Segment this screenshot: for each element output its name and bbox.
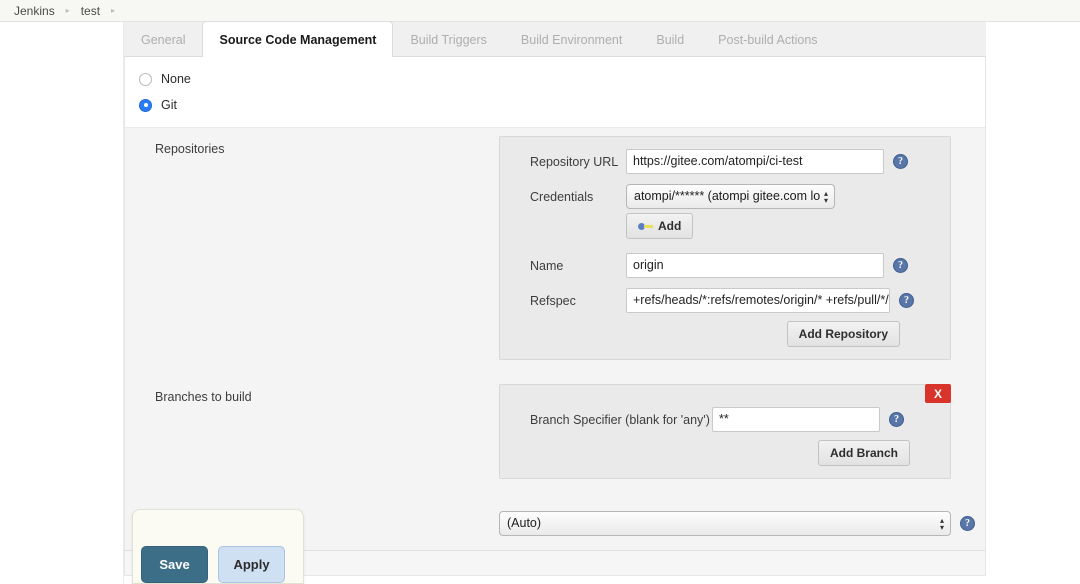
save-button[interactable]: Save — [141, 546, 208, 583]
scm-option-git[interactable]: Git — [139, 93, 985, 117]
apply-button[interactable]: Apply — [218, 546, 285, 583]
repository-url-label: Repository URL — [530, 154, 619, 169]
scm-option-git-label: Git — [161, 98, 177, 112]
repository-browser-value: (Auto) — [507, 516, 542, 530]
scm-option-none-label: None — [161, 72, 191, 86]
add-repository-button[interactable]: Add Repository — [786, 321, 900, 347]
config-tab-bar: General Source Code Management Build Tri… — [124, 21, 986, 57]
help-icon[interactable]: ? — [899, 293, 914, 308]
repository-panel: Repository URL https://gitee.com/atompi/… — [499, 136, 951, 360]
page-body: General Source Code Management Build Tri… — [0, 21, 1080, 584]
help-icon[interactable]: ? — [893, 154, 908, 169]
repository-name-input[interactable]: origin — [626, 253, 884, 278]
repositories-label: Repositories — [155, 142, 225, 156]
branch-specifier-label: Branch Specifier (blank for 'any') — [530, 412, 710, 427]
chevron-updown-icon: ▴ ▾ — [823, 188, 828, 205]
delete-branch-button[interactable]: X — [925, 384, 951, 403]
credentials-row: Credentials atompi/****** (atompi gitee.… — [500, 184, 936, 209]
branches-row: Branches to build X Branch Specifier (bl… — [125, 376, 985, 485]
repository-url-row: Repository URL https://gitee.com/atompi/… — [500, 149, 936, 174]
branches-body: X Branch Specifier (blank for 'any') ** … — [499, 376, 985, 485]
key-icon — [638, 221, 653, 231]
credentials-select-value: atompi/****** (atompi gitee.com lo — [634, 189, 821, 203]
credentials-label: Credentials — [530, 189, 594, 204]
form-action-buttons: Save Apply — [141, 546, 285, 583]
add-credentials-button[interactable]: Add — [626, 213, 694, 239]
scm-form: None Git Repositories Repository URL htt… — [124, 57, 986, 550]
scm-option-none[interactable]: None — [139, 67, 985, 91]
branch-specifier-input[interactable]: ** — [712, 407, 880, 432]
tab-build-triggers[interactable]: Build Triggers — [393, 23, 503, 56]
repository-url-input[interactable]: https://gitee.com/atompi/ci-test — [626, 149, 884, 174]
repository-name-label: Name — [530, 258, 564, 273]
branch-specifier-row: Branch Specifier (blank for 'any') ** ? — [500, 407, 936, 432]
branches-label: Branches to build — [155, 390, 252, 404]
tab-general[interactable]: General — [124, 23, 202, 56]
help-icon[interactable]: ? — [960, 516, 975, 531]
credentials-add-row: Add — [500, 213, 936, 239]
form-action-sticker: Save Apply — [132, 509, 304, 584]
breadcrumb-separator-icon-2: ▸ — [111, 5, 116, 15]
tab-build-environment[interactable]: Build Environment — [504, 23, 639, 56]
add-branch-row: Add Branch — [500, 440, 936, 466]
help-icon[interactable]: ? — [893, 258, 908, 273]
breadcrumb: Jenkins ▸ test ▸ — [0, 0, 1080, 22]
repository-name-row: Name origin ? — [500, 253, 936, 278]
chevron-updown-icon: ▴ ▾ — [939, 515, 944, 532]
radio-git-icon[interactable] — [139, 98, 152, 112]
credentials-select[interactable]: atompi/****** (atompi gitee.com lo ▴ ▾ — [626, 184, 835, 209]
breadcrumb-item-jenkins[interactable]: Jenkins — [12, 4, 57, 18]
add-credentials-label: Add — [658, 219, 682, 233]
refspec-row: Refspec +refs/heads/*:refs/remotes/origi… — [500, 288, 936, 313]
scm-radio-group: None Git — [125, 57, 985, 127]
breadcrumb-item-test[interactable]: test — [79, 4, 102, 18]
tab-build[interactable]: Build — [639, 23, 701, 56]
refspec-input[interactable]: +refs/heads/*:refs/remotes/origin/* +ref… — [626, 288, 890, 313]
refspec-label: Refspec — [530, 293, 576, 308]
radio-none-icon[interactable] — [139, 72, 152, 86]
help-icon[interactable]: ? — [889, 412, 904, 427]
tab-source-code-management[interactable]: Source Code Management — [202, 21, 394, 57]
git-settings-block: Repositories Repository URL https://gite… — [125, 127, 985, 550]
tab-post-build-actions[interactable]: Post-build Actions — [701, 23, 834, 56]
add-repository-row: Add Repository — [500, 321, 936, 347]
repository-browser-select[interactable]: (Auto) ▴ ▾ — [499, 511, 951, 536]
repository-browser-body: (Auto) ▴ ▾ ? — [499, 501, 985, 536]
repositories-row: Repositories Repository URL https://gite… — [125, 128, 985, 366]
branch-panel: X Branch Specifier (blank for 'any') ** … — [499, 384, 951, 479]
add-branch-button[interactable]: Add Branch — [817, 440, 910, 466]
left-pane — [0, 22, 124, 584]
repositories-body: Repository URL https://gitee.com/atompi/… — [499, 128, 985, 366]
breadcrumb-separator-icon: ▸ — [65, 5, 70, 15]
